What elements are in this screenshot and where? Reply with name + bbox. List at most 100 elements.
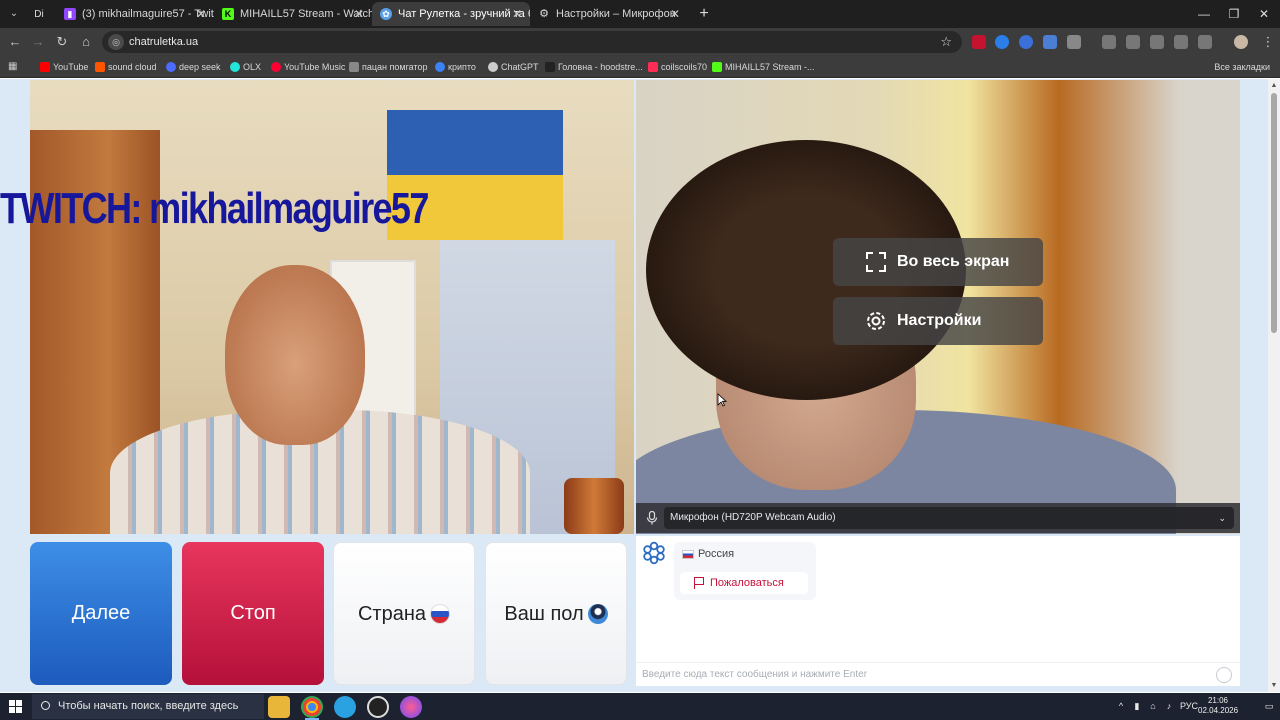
- telegram-icon[interactable]: [334, 696, 356, 718]
- new-tab-button[interactable]: +: [694, 4, 714, 24]
- bookmark-label: deep seek: [179, 62, 221, 72]
- home-icon[interactable]: ⌂: [76, 32, 96, 52]
- forward-icon[interactable]: →: [28, 32, 48, 52]
- site-info-icon[interactable]: ◎: [108, 34, 124, 50]
- olx-icon: [230, 62, 240, 72]
- tab-search-icon[interactable]: ⌄: [4, 4, 24, 24]
- tab-settings[interactable]: ⚙ Настройки – Микрофон ✕: [530, 2, 688, 26]
- close-tab-icon[interactable]: ✕: [512, 2, 522, 26]
- browser-toolbar: ← → ↻ ⌂ ◎ chatruletka.ua ☆ ⋮: [0, 28, 1280, 56]
- bookmark-item[interactable]: OLX: [230, 56, 261, 78]
- app-icon[interactable]: [400, 696, 422, 718]
- emoji-icon[interactable]: [1216, 667, 1232, 683]
- next-button[interactable]: Далее: [30, 542, 172, 685]
- bookmark-item[interactable]: coilscoils70: [648, 56, 707, 78]
- browser-tab-strip: ⌄ Di ▮ (3) mikhailmaguire57 - Twitch ✕ K…: [0, 0, 1280, 28]
- taskbar-clock[interactable]: 21:06 02.04.2026: [1198, 696, 1238, 716]
- file-explorer-icon[interactable]: [268, 696, 290, 718]
- close-window-icon[interactable]: ✕: [1246, 3, 1280, 25]
- extension-icon[interactable]: [1043, 35, 1057, 49]
- tab-twitch[interactable]: ▮ (3) mikhailmaguire57 - Twitch ✕: [56, 2, 214, 26]
- chat-panel: Россия Пожаловаться Введите сюда текст с…: [636, 536, 1240, 686]
- extension-icon[interactable]: [972, 35, 986, 49]
- extensions-puzzle-icon[interactable]: [1067, 35, 1081, 49]
- notifications-icon[interactable]: ▭: [1262, 693, 1276, 720]
- bookmark-star-icon[interactable]: ☆: [940, 31, 952, 53]
- bookmark-item[interactable]: крипто: [435, 56, 476, 78]
- tab-title: (3) mikhailmaguire57 - Twitch: [82, 8, 214, 20]
- taskbar-search-placeholder: Чтобы начать поиск, введите здесь запрос: [58, 700, 239, 712]
- close-tab-icon[interactable]: ✕: [196, 2, 206, 26]
- chat-input-placeholder: Введите сюда текст сообщения и нажмите E…: [642, 669, 868, 680]
- bookmark-item[interactable]: sound cloud: [95, 56, 157, 78]
- report-flag-icon: [694, 577, 704, 589]
- mouse-cursor-icon: [717, 393, 727, 407]
- network-icon[interactable]: ⌂: [1146, 693, 1160, 720]
- country-filter-button[interactable]: Страна: [333, 542, 475, 685]
- fullscreen-label: Во весь экран: [897, 253, 1010, 270]
- bookmark-item[interactable]: YouTube Music: [271, 56, 345, 78]
- language-indicator[interactable]: РУС: [1180, 693, 1198, 720]
- tray-chevron-icon[interactable]: ^: [1114, 693, 1128, 720]
- obs-icon[interactable]: [367, 696, 389, 718]
- bookmark-label: YouTube: [53, 62, 89, 72]
- pinned-tab[interactable]: Di: [28, 2, 50, 26]
- location-icon[interactable]: [1174, 35, 1188, 49]
- bookmark-item[interactable]: пацан помгатор: [349, 56, 428, 78]
- browser-menu-icon[interactable]: ⋮: [1258, 32, 1278, 52]
- bookmark-item[interactable]: ChatGPT: [488, 56, 539, 78]
- bookmark-item[interactable]: Головна - hoodstre...: [545, 56, 643, 78]
- windows-start-icon[interactable]: [9, 700, 22, 713]
- vpn-icon[interactable]: [1150, 35, 1164, 49]
- twitch-icon: ▮: [64, 8, 76, 20]
- taskbar-search-box[interactable]: Чтобы начать поиск, введите здесь запрос: [32, 694, 264, 719]
- bookmark-label: крипто: [448, 62, 476, 72]
- all-bookmarks-label: Все закладки: [1214, 62, 1270, 72]
- tab-chatruletka[interactable]: ✿ Чат Рулетка - зручний та б ✕: [372, 2, 530, 26]
- scroll-up-icon[interactable]: ▲: [1270, 82, 1278, 90]
- scroll-down-icon[interactable]: ▼: [1270, 682, 1278, 690]
- extension-icon[interactable]: [1019, 35, 1033, 49]
- apps-grid-icon[interactable]: ▦: [8, 61, 19, 72]
- all-bookmarks-button[interactable]: Все закладки: [1200, 56, 1270, 78]
- deepseek-icon: [166, 62, 176, 72]
- profile-avatar[interactable]: [1234, 35, 1248, 49]
- bookmark-item[interactable]: deep seek: [166, 56, 221, 78]
- page-icon: [349, 62, 359, 72]
- microphone-select[interactable]: Микрофон (HD720P Webcam Audio) ⌄: [664, 507, 1234, 529]
- bookmark-item[interactable]: YouTube: [40, 56, 88, 78]
- tab-kick[interactable]: K MIHAILL57 Stream - Watch Live ✕: [214, 2, 372, 26]
- close-tab-icon[interactable]: ✕: [354, 2, 364, 26]
- chrome-icon[interactable]: [301, 696, 323, 720]
- stop-button[interactable]: Стоп: [182, 542, 324, 685]
- favorites-icon[interactable]: [1198, 35, 1212, 49]
- report-label: Пожаловаться: [710, 577, 784, 589]
- settings-icon: ⚙: [539, 8, 549, 20]
- extension-icon[interactable]: [995, 35, 1009, 49]
- microphone-selected: Микрофон (HD720P Webcam Audio): [670, 512, 836, 523]
- settings-label: Настройки: [897, 312, 982, 329]
- soundcloud-icon: [95, 62, 105, 72]
- address-bar[interactable]: ◎ chatruletka.ua ☆: [102, 31, 962, 53]
- page-icon: [648, 62, 658, 72]
- fullscreen-button[interactable]: Во весь экран: [833, 238, 1043, 286]
- volume-icon[interactable]: ♪: [1162, 693, 1176, 720]
- settings-button[interactable]: Настройки: [833, 297, 1043, 345]
- tab-groups-icon[interactable]: [1102, 35, 1116, 49]
- close-tab-icon[interactable]: ✕: [670, 2, 680, 26]
- windows-taskbar: Чтобы начать поиск, введите здесь запрос…: [0, 693, 1280, 720]
- reload-icon[interactable]: ↻: [52, 32, 72, 52]
- clock-date: 02.04.2026: [1198, 706, 1239, 715]
- back-icon[interactable]: ←: [5, 32, 25, 52]
- gender-select-button[interactable]: Ваш пол: [485, 542, 627, 685]
- page-scrollbar[interactable]: ▲ ▼: [1268, 79, 1280, 692]
- bookmark-item[interactable]: MIHAILL57 Stream -...: [712, 56, 815, 78]
- kick-icon: K: [222, 8, 234, 20]
- chat-message-input[interactable]: Введите сюда текст сообщения и нажмите E…: [636, 662, 1240, 686]
- report-button[interactable]: Пожаловаться: [680, 572, 808, 594]
- scroll-thumb[interactable]: [1271, 93, 1277, 333]
- fullscreen-icon: [866, 252, 886, 272]
- usb-icon[interactable]: ▮: [1130, 693, 1144, 720]
- chatruletka-page: TWITCH: mikhailmaguire57 Во весь экран Н…: [0, 79, 1280, 692]
- reading-list-icon[interactable]: [1126, 35, 1140, 49]
